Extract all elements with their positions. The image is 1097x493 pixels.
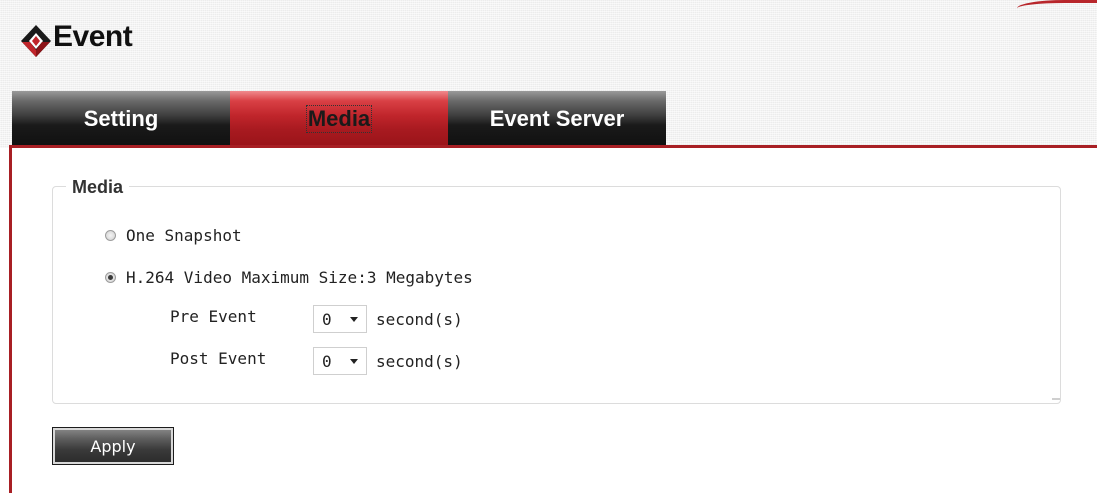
post-event-select-value: 0 <box>322 351 332 371</box>
tab-event-server-label: Event Server <box>489 105 625 131</box>
apply-button[interactable]: Apply <box>52 427 174 465</box>
diamond-logo-icon <box>21 25 51 57</box>
tab-media-label: Media <box>305 104 373 133</box>
post-event-unit: second(s) <box>376 352 463 371</box>
pre-event-label: Pre Event <box>170 307 257 326</box>
pre-event-select-value: 0 <box>322 309 332 329</box>
chevron-down-icon <box>350 359 358 364</box>
post-event-select[interactable]: 0 <box>313 347 367 375</box>
h264-video-option[interactable]: H.264 Video Maximum Size:3 Megabytes <box>105 268 473 287</box>
media-fieldset <box>52 186 1061 404</box>
one-snapshot-radio[interactable] <box>105 230 116 241</box>
h264-video-label: H.264 Video Maximum Size:3 Megabytes <box>126 268 473 287</box>
chevron-down-icon <box>350 317 358 322</box>
post-event-label: Post Event <box>170 349 267 368</box>
h264-video-radio[interactable] <box>105 272 116 283</box>
tab-setting-label: Setting <box>83 105 159 131</box>
tab-event-server[interactable]: Event Server <box>448 91 666 146</box>
one-snapshot-option[interactable]: One Snapshot <box>105 226 242 245</box>
pre-event-select[interactable]: 0 <box>313 305 367 333</box>
page-title: Event <box>53 20 133 53</box>
tab-setting[interactable]: Setting <box>12 91 230 146</box>
tab-media[interactable]: Media <box>230 91 448 146</box>
one-snapshot-label: One Snapshot <box>126 226 242 245</box>
media-fieldset-legend: Media <box>66 177 130 198</box>
fieldset-resize-mark <box>1052 398 1060 400</box>
pre-event-unit: second(s) <box>376 310 463 329</box>
header-swoosh-decoration <box>1017 0 1097 14</box>
tab-bar: Setting Media Event Server <box>12 91 666 146</box>
